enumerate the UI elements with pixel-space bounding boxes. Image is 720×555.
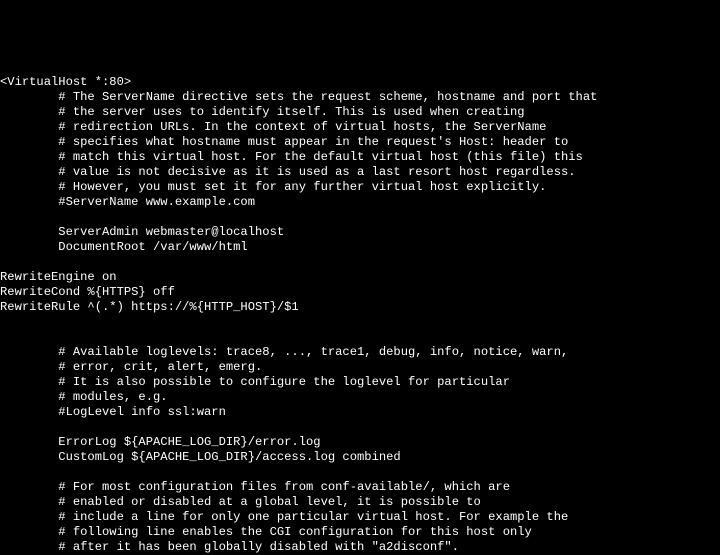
config-file-content: <VirtualHost *:80> # The ServerName dire…	[0, 75, 597, 554]
terminal[interactable]: <VirtualHost *:80> # The ServerName dire…	[0, 75, 720, 555]
